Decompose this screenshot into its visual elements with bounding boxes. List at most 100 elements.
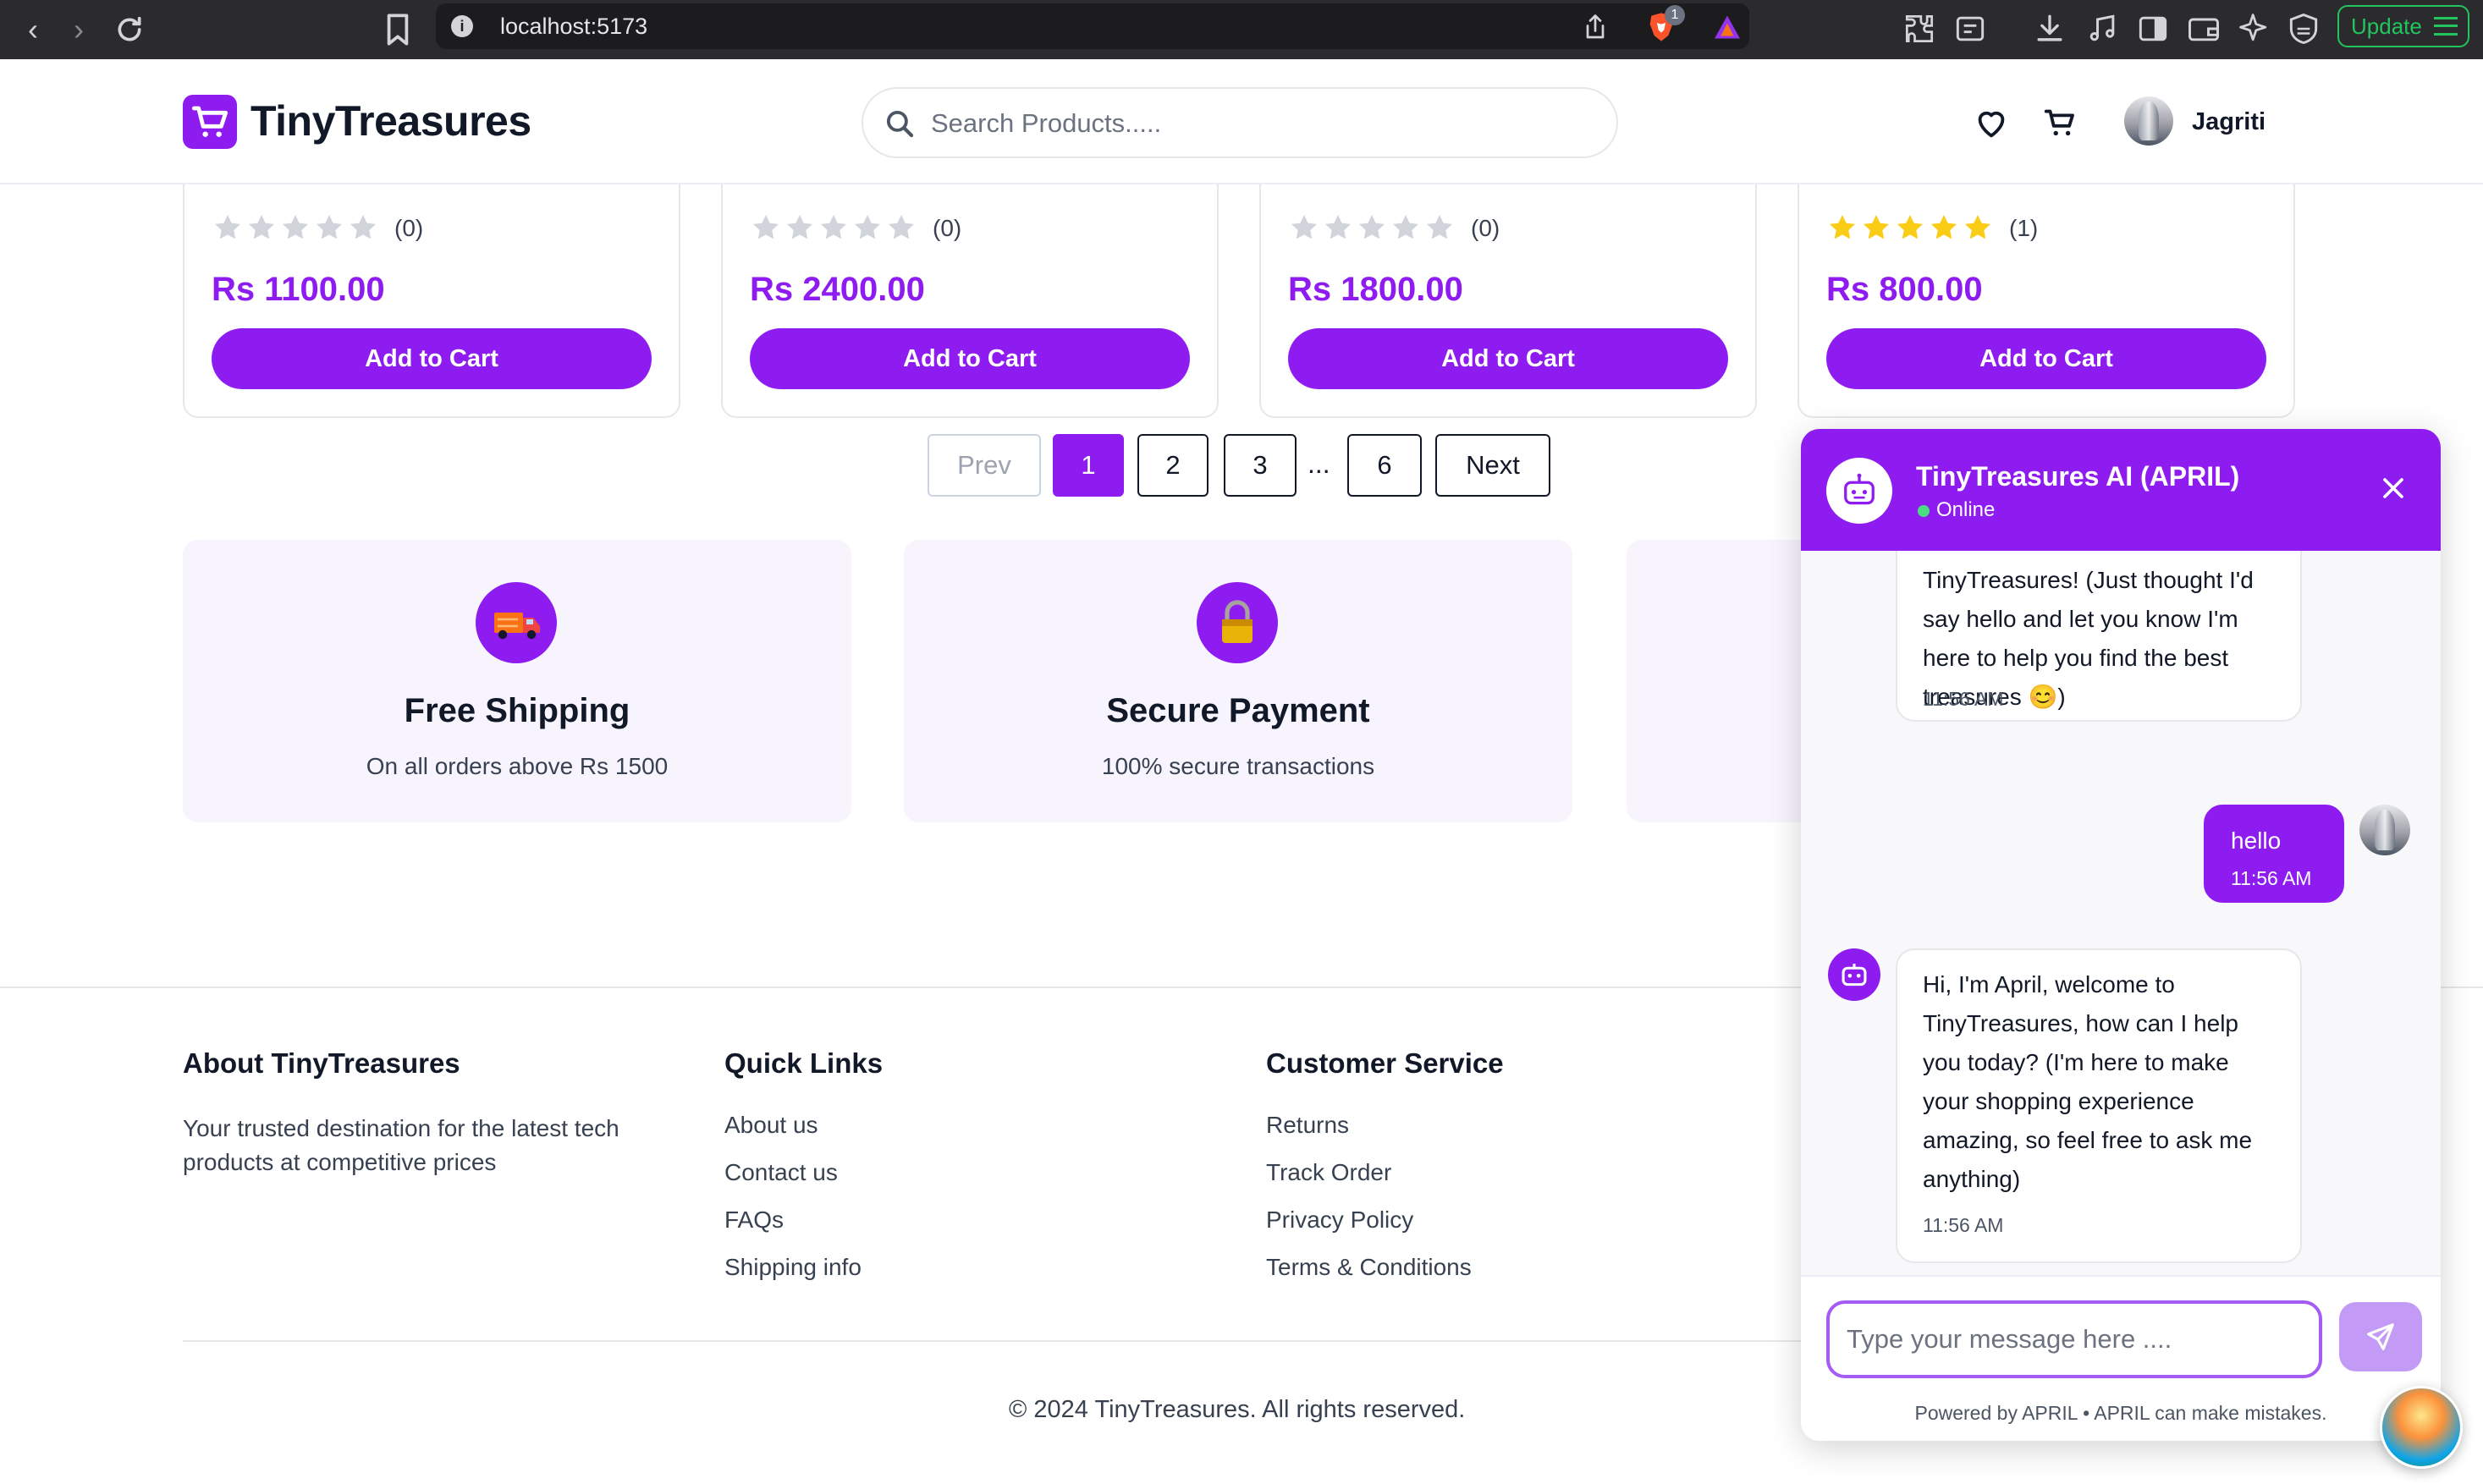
media-icon[interactable] [2084,10,2121,47]
browser-toolbar: ‹ › i localhost:5173 1 Update [0,0,2483,59]
download-icon[interactable] [2031,10,2068,47]
send-button[interactable] [2339,1302,2422,1371]
wallet-icon[interactable] [2185,10,2222,47]
message-text: Hi, I'm April, welcome to TinyTreasures,… [1923,971,2253,1192]
address-bar[interactable]: i localhost:5173 1 [436,3,1749,49]
search-input[interactable] [931,101,1591,146]
cart-logo-icon[interactable] [183,95,237,149]
chat-status: Online [1936,498,1996,521]
footer-link-about[interactable]: About us [724,1112,818,1139]
footer-about-text: Your trusted destination for the latest … [183,1115,619,1175]
product-price: Rs 1800.00 [1288,271,1463,308]
pagination-next-button[interactable]: Next [1435,434,1550,497]
chat-message-input[interactable] [1826,1300,2322,1378]
add-to-cart-button[interactable]: Add to Cart [750,328,1190,389]
star-empty-icon [1390,212,1422,245]
cart-icon[interactable] [2041,103,2080,142]
site-info-icon[interactable]: i [451,15,473,37]
star-filled-icon [1860,212,1892,245]
star-filled-icon [1928,212,1960,245]
feature-card-partial [1627,540,1813,822]
message-text: hello [2231,827,2282,854]
footer-link-shipping[interactable]: Shipping info [724,1254,862,1281]
footer-link-returns[interactable]: Returns [1266,1112,1349,1139]
footer-link-contact[interactable]: Contact us [724,1159,838,1186]
pagination-page-2[interactable]: 2 [1137,434,1208,497]
add-to-cart-button[interactable]: Add to Cart [212,328,652,389]
bot-icon [1828,948,1880,1001]
star-empty-icon [851,212,884,245]
chat-launcher-icon[interactable] [2380,1386,2463,1469]
star-empty-icon [750,212,782,245]
close-icon[interactable] [2376,471,2410,505]
user-name[interactable]: Jagriti [2192,108,2266,136]
send-icon [2367,1323,2394,1350]
sidebar-icon[interactable] [2134,10,2172,47]
bot-message: Hi, I'm April, welcome to TinyTreasures,… [1896,948,2302,1263]
delivery-truck-icon [476,582,557,663]
footer-link-track-order[interactable]: Track Order [1266,1159,1391,1186]
share-icon[interactable] [1580,12,1610,42]
star-empty-icon [1322,212,1354,245]
chat-messages[interactable]: TinyTreasures! (Just thought I'd say hel… [1801,551,2441,1275]
footer-link-faqs[interactable]: FAQs [724,1206,784,1234]
powered-by-text: Powered by APRIL • APRIL can make mistak… [1914,1402,2327,1424]
search-bar[interactable] [862,87,1618,158]
star-empty-icon [885,212,917,245]
update-button[interactable]: Update [2337,5,2469,47]
add-to-cart-button[interactable]: Add to Cart [1288,328,1728,389]
reload-icon[interactable] [108,8,151,51]
footer-service-heading: Customer Service [1266,1047,1504,1079]
site-header: TinyTreasures Jagriti [0,59,2483,184]
pagination-page-1[interactable]: 1 [1053,434,1124,497]
rewards-icon[interactable] [1712,12,1743,42]
feature-card-shipping: Free Shipping On all orders above Rs 150… [183,540,851,822]
back-icon[interactable]: ‹ [12,8,54,51]
feature-title: Secure Payment [1106,692,1370,729]
message-time: 11:56 AM [1923,1214,2004,1236]
star-filled-icon [1826,212,1858,245]
heart-icon[interactable] [1972,103,2011,142]
star-rating [1288,212,1456,245]
lock-icon [1197,582,1278,663]
chat-title: TinyTreasures AI (APRIL) [1916,461,2240,492]
forward-icon[interactable]: › [58,8,100,51]
star-empty-icon [279,212,311,245]
avatar[interactable] [2124,96,2173,146]
brave-badge-count: 1 [1665,5,1685,25]
leo-ai-icon[interactable] [2236,10,2273,47]
review-count: (0) [933,215,962,241]
feature-card-payment: Secure Payment 100% secure transactions [904,540,1572,822]
bookmark-icon[interactable] [377,8,419,51]
star-rating [750,212,917,245]
pagination-prev-button[interactable]: Prev [928,434,1041,497]
feature-description: On all orders above Rs 1500 [366,753,669,779]
star-empty-icon [784,212,816,245]
review-count: (0) [1471,215,1500,241]
chat-header: TinyTreasures AI (APRIL) Online [1801,429,2441,551]
footer-link-terms[interactable]: Terms & Conditions [1266,1254,1472,1281]
pagination-page-6[interactable]: 6 [1347,434,1422,497]
feature-title: Free Shipping [404,692,630,729]
star-empty-icon [313,212,345,245]
footer-quick-links-heading: Quick Links [724,1047,884,1079]
chat-input-area: Powered by APRIL • APRIL can make mistak… [1801,1275,2441,1441]
user-message: hello 11:56 AM [2204,805,2344,903]
message-time: 11:56 AM [2231,867,2312,889]
star-empty-icon [245,212,278,245]
chat-widget: TinyTreasures AI (APRIL) Online TinyTrea… [1801,429,2441,1441]
feature-description: 100% secure transactions [1101,753,1375,779]
extensions-icon[interactable] [1901,10,1938,47]
footer-link-privacy[interactable]: Privacy Policy [1266,1206,1413,1234]
footer-about-heading: About TinyTreasures [183,1047,460,1079]
vpn-shield-icon[interactable] [2285,10,2322,47]
brand-name[interactable]: TinyTreasures [251,96,531,146]
reader-mode-icon[interactable] [1952,10,1989,47]
copyright-text: © 2024 TinyTreasures. All rights reserve… [1009,1396,1466,1423]
star-empty-icon [1288,212,1320,245]
add-to-cart-button[interactable]: Add to Cart [1826,328,2266,389]
product-price: Rs 800.00 [1826,271,1983,308]
online-status-dot [1918,505,1930,517]
pagination-page-3[interactable]: 3 [1224,434,1297,497]
url-text[interactable]: localhost:5173 [500,14,647,40]
